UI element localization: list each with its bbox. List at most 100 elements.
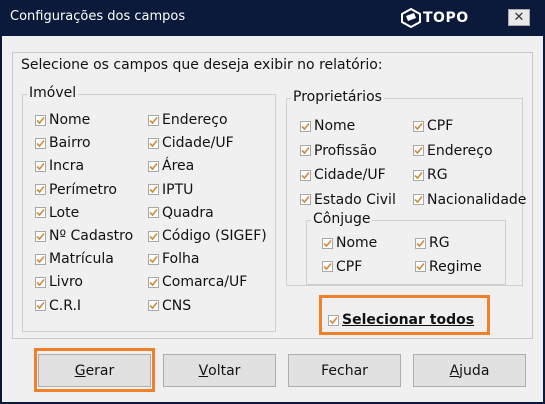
imovel-checkbox-incra[interactable]: Incra: [35, 158, 84, 174]
checkbox-box[interactable]: [148, 300, 159, 312]
checkbox-box[interactable]: [322, 237, 333, 249]
checkbox-box[interactable]: [413, 169, 424, 181]
imovel-checkbox-cidade-uf[interactable]: Cidade/UF: [148, 135, 234, 151]
imovel-checkbox-bairro[interactable]: Bairro: [35, 135, 91, 151]
conjuge-checkbox-rg[interactable]: RG: [415, 235, 450, 251]
checkbox-box[interactable]: [148, 114, 159, 126]
imovel-group: Imóvel Nome Bairro Incra Perímetro Lote Nº Ca…: [22, 85, 276, 332]
imovel-checkbox-quadra[interactable]: Quadra: [148, 205, 214, 221]
checkbox-box[interactable]: [35, 253, 46, 265]
checkbox-box[interactable]: [148, 137, 159, 149]
gerar-label: erar: [85, 362, 115, 379]
checkbox-box[interactable]: [148, 253, 159, 265]
checkmark-icon: [149, 139, 158, 147]
fechar-button[interactable]: Fechar: [288, 354, 401, 387]
conjuge-legend: Cônjuge: [311, 211, 373, 227]
conjuge-checkbox-nome[interactable]: Nome: [322, 235, 377, 251]
checkbox-box[interactable]: [300, 194, 311, 205]
voltar-mnemonic: V: [198, 362, 209, 379]
proprietarios-group: Proprietários Nome Profissão Cidade/UF Esta…: [286, 89, 526, 286]
checkbox-box[interactable]: [413, 145, 424, 156]
imovel-checkbox-cns[interactable]: CNS: [148, 298, 191, 314]
proprietario-checkbox-nacionalidade[interactable]: Nacionalidade: [413, 192, 526, 208]
proprietario-checkbox-cidade-uf[interactable]: Cidade/UF: [300, 167, 386, 183]
checkmark-icon: [414, 171, 423, 179]
checkmark-icon: [414, 195, 423, 204]
checkbox-box[interactable]: [148, 207, 159, 219]
select-all-checkbox[interactable]: Selecionar todos: [328, 312, 474, 328]
imovel-checkbox-endereco[interactable]: Endereço: [148, 112, 228, 128]
checkbox-box[interactable]: [35, 137, 46, 149]
checkbox-label: Nome: [49, 112, 91, 128]
checkbox-box[interactable]: [415, 237, 426, 249]
imovel-checkbox-codigo-sigef[interactable]: Código (SIGEF): [148, 228, 267, 244]
checkmark-icon: [36, 278, 45, 287]
imovel-checkbox-n-cadastro[interactable]: Nº Cadastro: [35, 228, 133, 244]
checkmark-icon: [149, 232, 158, 240]
checkbox-box[interactable]: [35, 300, 46, 312]
imovel-checkbox-iptu[interactable]: IPTU: [148, 182, 193, 198]
checkbox-label: Estado Civil: [314, 191, 396, 208]
checkbox-box[interactable]: [35, 276, 46, 288]
checkmark-icon: [149, 209, 158, 217]
checkbox-label: Cidade/UF: [162, 135, 234, 152]
checkbox-label: CPF: [336, 258, 363, 275]
imovel-checkbox-livro[interactable]: Livro: [35, 274, 83, 290]
checkbox-box[interactable]: [148, 184, 159, 196]
checkbox-box[interactable]: [148, 276, 159, 288]
imovel-checkbox-folha[interactable]: Folha: [148, 251, 199, 267]
proprietario-checkbox-rg[interactable]: RG: [413, 167, 448, 183]
checkmark-icon: [301, 146, 310, 155]
imovel-legend: Imóvel: [27, 85, 79, 101]
checkbox-box[interactable]: [415, 261, 426, 272]
checkbox-label: Incra: [49, 158, 85, 175]
checkbox-box[interactable]: [35, 114, 46, 126]
proprietario-checkbox-profissao[interactable]: Profissão: [300, 143, 377, 159]
imovel-checkbox-c-r-i[interactable]: C.R.I: [35, 298, 81, 314]
checkbox-label: Nº Cadastro: [49, 228, 134, 244]
checkbox-label: Área: [162, 158, 195, 175]
checkbox-box[interactable]: [35, 230, 46, 242]
proprietario-checkbox-nome[interactable]: Nome: [300, 118, 355, 134]
checkmark-icon: [36, 186, 45, 194]
checkmark-icon: [36, 116, 45, 124]
checkmark-icon: [36, 302, 45, 310]
imovel-checkbox-matricula[interactable]: Matrícula: [35, 251, 114, 267]
checkmark-icon: [301, 171, 310, 179]
checkbox-label: Endereço: [427, 142, 493, 159]
ajuda-label: juda: [459, 362, 490, 379]
checkmark-icon: [36, 232, 45, 240]
gerar-button[interactable]: Gerar: [38, 354, 151, 387]
checkbox-box[interactable]: [35, 207, 46, 219]
checkbox-box[interactable]: [148, 160, 159, 172]
checkbox-label: Matrícula: [49, 251, 114, 268]
checkbox-label: Nacionalidade: [427, 191, 527, 208]
proprietario-checkbox-estado-civil[interactable]: Estado Civil: [300, 192, 396, 208]
brand-logo: TOPO: [400, 7, 469, 29]
checkbox-box[interactable]: [300, 169, 311, 181]
checkbox-box[interactable]: [35, 160, 46, 172]
checkbox-box[interactable]: [148, 230, 159, 242]
voltar-button[interactable]: Voltar: [163, 354, 276, 387]
checkbox-box[interactable]: [35, 184, 46, 196]
imovel-checkbox-lote[interactable]: Lote: [35, 205, 79, 221]
checkbox-label: Lote: [49, 204, 80, 221]
imovel-checkbox-nome[interactable]: Nome: [35, 112, 90, 128]
conjuge-checkbox-cpf[interactable]: CPF: [322, 259, 362, 275]
proprietario-checkbox-endereco[interactable]: Endereço: [413, 143, 493, 159]
checkbox-label: Endereço: [162, 112, 228, 128]
ajuda-button[interactable]: Ajuda: [413, 354, 526, 387]
checkbox-box[interactable]: [413, 120, 424, 132]
select-all-box[interactable]: [328, 314, 339, 326]
proprietario-checkbox-cpf[interactable]: CPF: [413, 118, 453, 134]
imovel-checkbox-comarca-uf[interactable]: Comarca/UF: [148, 274, 247, 290]
checkbox-label: Quadra: [162, 204, 214, 221]
close-button[interactable]: ✕: [508, 9, 530, 26]
checkbox-box[interactable]: [413, 194, 424, 205]
checkbox-box[interactable]: [322, 261, 333, 272]
checkbox-box[interactable]: [300, 120, 311, 132]
conjuge-checkbox-regime[interactable]: Regime: [415, 259, 482, 275]
imovel-checkbox-perimetro[interactable]: Perímetro: [35, 182, 117, 198]
checkbox-box[interactable]: [300, 145, 311, 156]
imovel-checkbox-area[interactable]: Área: [148, 158, 194, 174]
